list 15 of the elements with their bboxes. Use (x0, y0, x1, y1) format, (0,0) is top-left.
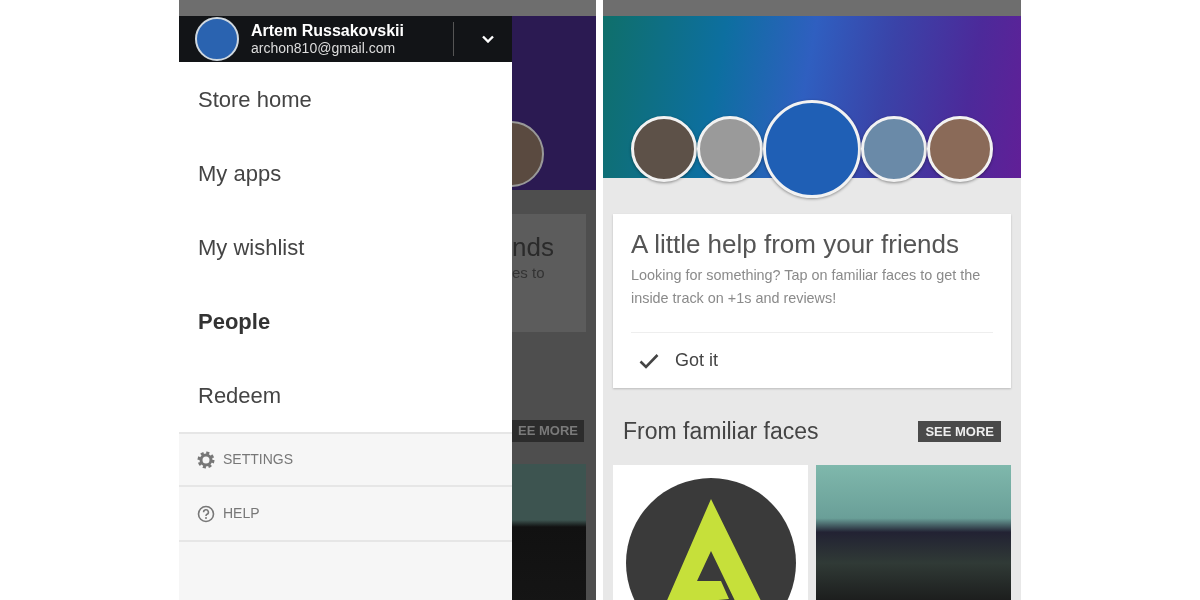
section-title: From familiar faces (623, 417, 819, 446)
card-title: A little help from your friends (631, 228, 961, 260)
card-text: Looking for something? Tap on familiar faces to get the inside track on +1s and reviews! (631, 266, 982, 308)
app-logo-icon (624, 476, 797, 600)
help-icon (197, 504, 215, 523)
app-tile[interactable] (613, 464, 808, 600)
drawer-footer-item[interactable]: SETTINGS (179, 432, 512, 487)
chevron-down-icon[interactable] (482, 35, 494, 43)
account-name: Artem Russakovskii (251, 21, 405, 40)
album-art-placeholder[interactable] (816, 464, 1011, 600)
avatar-placeholder (195, 17, 239, 61)
account-email: archon810@gmail.com (251, 39, 397, 57)
gear-icon (197, 450, 215, 469)
see-more-button[interactable]: SEE MORE (918, 420, 1001, 442)
checkmark-icon (639, 352, 659, 369)
